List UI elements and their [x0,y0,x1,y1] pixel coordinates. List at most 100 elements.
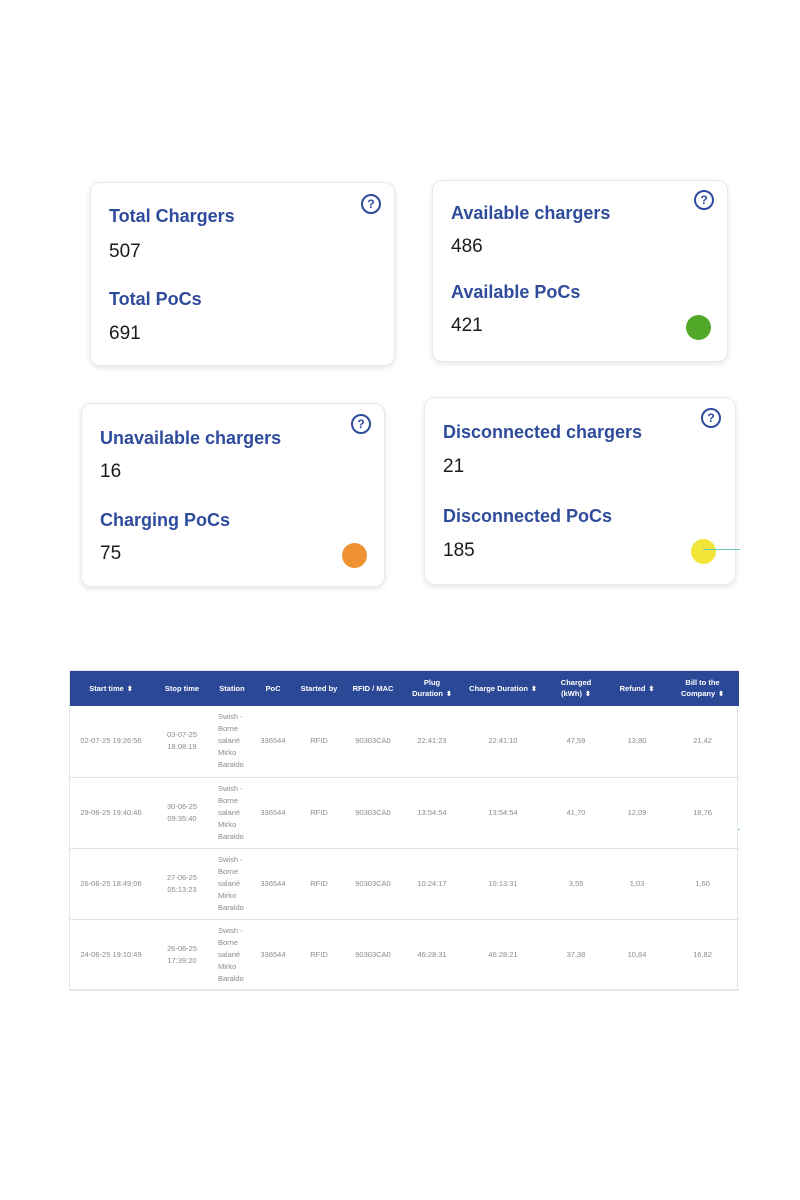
column-header[interactable]: Charge Duration ⬍ [462,671,544,706]
column-header-label: Start time [89,683,124,693]
available-chargers-value: 486 [451,236,483,257]
table-cell: RFID [310,807,328,817]
available-chargers-card: Available chargers 486 Available PoCs 42… [432,180,728,362]
table-cell: 336544 [260,949,286,959]
total-chargers-label: Total Chargers [109,206,235,226]
table-header-row: Start time ⬍ Stop time Station PoC Started by… [70,671,739,706]
table-cell: 90303CA0 [355,807,391,817]
column-header-label: Refund [619,683,646,693]
sort-icon[interactable]: ⬍ [718,691,724,698]
column-header-label: Plug Duration [412,678,443,698]
table-row[interactable]: 29-06-25 19:40:46 30-06-25 09:35:40 Swish … [70,777,739,848]
sort-icon[interactable]: ⬍ [127,686,133,693]
column-header: RFID / MAC [344,671,402,706]
table-cell: 41,70 [566,807,586,817]
table-cell: 13:54:54 [417,807,447,817]
charging-status-dot [342,543,367,568]
disconnected-status-dot [691,539,716,564]
column-header-label: Bill to the Company [680,678,720,698]
table-cell: 18,76 [693,807,712,817]
total-chargers-card: Total Chargers 507 Total PoCs 691 ? [90,182,395,366]
table-cell: 16,82 [693,949,712,959]
table-cell: 02-07-25 19:26:56 [80,736,142,746]
column-header-label: Charge Duration [469,683,528,693]
table-cell: 10:24:17 [417,878,447,888]
table-cell: Swish - Borne salarié Mirko Baraldo [218,712,244,770]
table-cell: RFID [310,949,328,959]
disconnected-chargers-label: Disconnected chargers [443,422,643,442]
sort-icon[interactable]: ⬍ [531,686,537,693]
help-icon[interactable]: ? [361,194,381,214]
annotation-line [703,549,740,550]
charging-pocs-value: 75 [100,543,122,564]
table-cell: 03-07-25 18:08:19 [166,730,198,752]
column-header: PoC [252,671,294,706]
table-cell: 47,59 [566,736,586,746]
table-cell: 1,03 [629,878,645,888]
total-chargers-value: 507 [109,241,141,262]
table-cell: 24-06-25 19:10:49 [80,949,142,959]
sort-icon[interactable]: ⬍ [585,691,591,698]
table-cell: 30-06-25 09:35:40 [166,801,198,823]
table-cell: 10:13:31 [488,878,518,888]
table-cell: Swish - Borne salarié Mirko Baraldo [218,783,244,841]
table-row[interactable]: 24-06-25 19:10:49 26-06-25 17:39:20 Swish … [70,919,739,990]
available-pocs-value: 421 [451,315,483,336]
table-row[interactable]: 26-06-25 18:49:06 27-06-25 05:13:23 Swish … [70,848,739,919]
table-cell: 46:28:31 [417,949,447,959]
column-header[interactable]: Charged (kWh) ⬍ [544,671,608,706]
column-header[interactable]: Refund ⬍ [608,671,666,706]
table-cell: 21,42 [693,736,712,746]
column-header-label: Stop time [164,684,200,693]
total-pocs-value: 691 [109,323,141,344]
unavailable-chargers-value: 16 [100,461,122,482]
table-cell: 13:54:54 [488,807,518,817]
table-cell: 90303CA0 [355,878,391,888]
table-cell: 27-06-25 05:13:23 [166,872,198,894]
help-icon[interactable]: ? [351,414,371,434]
column-header: Started by [294,671,344,706]
charging-sessions-table: Start time ⬍ Stop time Station PoC Started by… [69,670,739,990]
available-chargers-label: Available chargers [451,203,611,223]
column-header: Station [212,671,252,706]
table-cell: 29-06-25 19:40:46 [80,807,142,817]
table-cell: Swish - Borne salarié Mirko Baraldo [218,854,244,912]
table-cell: 22:41:10 [488,736,518,746]
table-cell: 37,38 [566,949,586,959]
column-header-label: Started by [300,684,338,693]
table-cell: 46:28:21 [488,949,518,959]
sort-icon[interactable]: ⬍ [648,686,654,693]
table-cell: 26-06-25 17:39:20 [166,943,198,965]
disconnected-pocs-label: Disconnected PoCs [443,506,613,526]
table-cell: RFID [310,736,328,746]
available-status-dot [686,315,711,340]
table-cell: 90303CA0 [355,736,391,746]
disconnected-chargers-card: Disconnected chargers 21 Disconnected Po… [424,397,736,585]
table-cell: 22:41:23 [417,736,447,746]
unavailable-chargers-card: Unavailable chargers 16 Charging PoCs 75… [81,403,385,587]
table-cell: 12,09 [627,807,647,817]
column-header[interactable]: Plug Duration ⬍ [402,671,462,706]
sort-icon[interactable]: ⬍ [446,691,452,698]
column-header[interactable]: Bill to the Company ⬍ [666,671,739,706]
table-cell: 13,80 [627,736,647,746]
column-header[interactable]: Start time ⬍ [70,671,152,706]
table-cell: 336544 [260,878,286,888]
table-cell: 336544 [260,736,286,746]
available-pocs-label: Available PoCs [451,282,581,302]
table-cell: 26-06-25 18:49:06 [80,878,142,888]
column-header-label: PoC [265,684,281,693]
table-row[interactable]: 02-07-25 19:26:56 03-07-25 18:08:19 Swish … [70,706,739,777]
table-cell: 10,84 [627,949,647,959]
table-cell: 3,55 [568,878,584,888]
table-cell: 1,60 [695,878,710,888]
disconnected-pocs-value: 185 [443,540,475,561]
help-icon[interactable]: ? [701,408,721,428]
table-cell: Swish - Borne salarié Mirko Baraldo [218,925,244,983]
help-icon[interactable]: ? [694,190,714,210]
table-cell: 336544 [260,807,286,817]
table-cell: RFID [310,878,328,888]
disconnected-chargers-value: 21 [443,456,465,477]
total-pocs-label: Total PoCs [109,289,202,309]
column-header: Stop time [152,671,212,706]
